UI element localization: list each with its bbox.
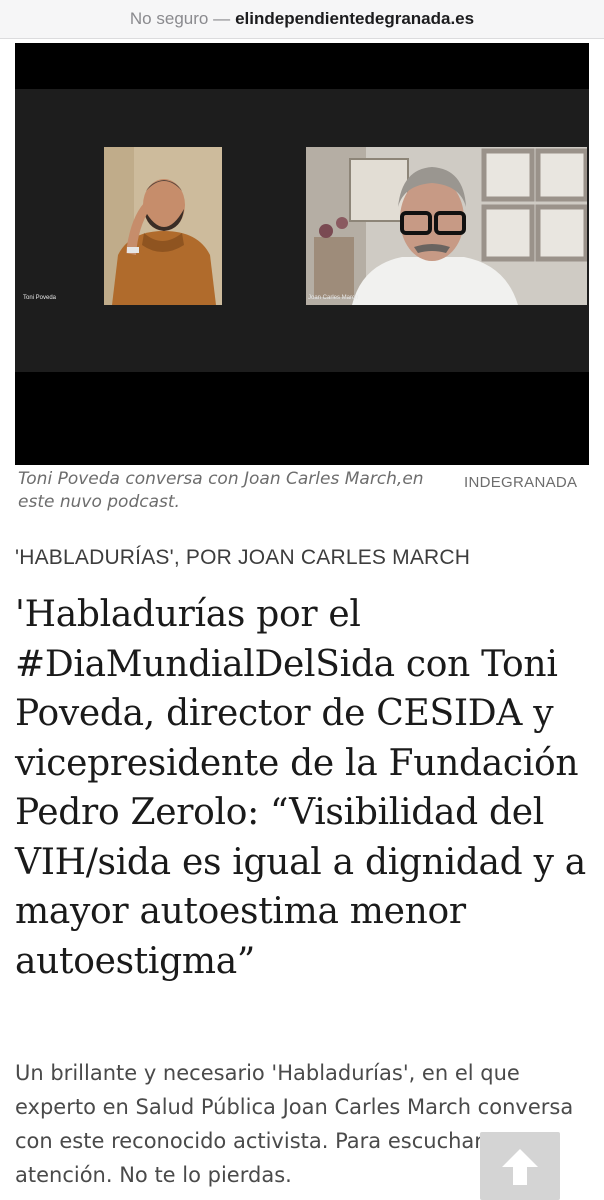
browser-address-bar[interactable]: No seguro — elindependientedegranada.es — [0, 0, 604, 39]
participant-tile-right — [306, 147, 587, 305]
image-credit: INDEGRANADA — [464, 474, 578, 491]
article-section-label: 'HABLADURÍAS', POR JOAN CARLES MARCH — [15, 546, 471, 569]
page-domain: elindependientedegranada.es — [235, 9, 475, 28]
article-headline: 'Habladurías por el #DiaMundialDelSida c… — [15, 594, 586, 982]
participant-tile-left — [104, 147, 222, 305]
image-caption: Toni Poveda conversa con Joan Carles Mar… — [18, 469, 424, 512]
security-status: No seguro — — [129, 9, 231, 28]
person-right-image — [306, 147, 587, 305]
participant-name-right: Joan Carles March — [308, 295, 359, 301]
participant-name-left: Toni Poveda — [23, 295, 57, 301]
scroll-to-top-button[interactable] — [480, 1132, 560, 1200]
arrow-up-icon — [502, 1149, 538, 1185]
video-screenshot[interactable]: Toni Poveda Joan Carles March — [15, 43, 589, 465]
person-left-image — [104, 147, 222, 305]
